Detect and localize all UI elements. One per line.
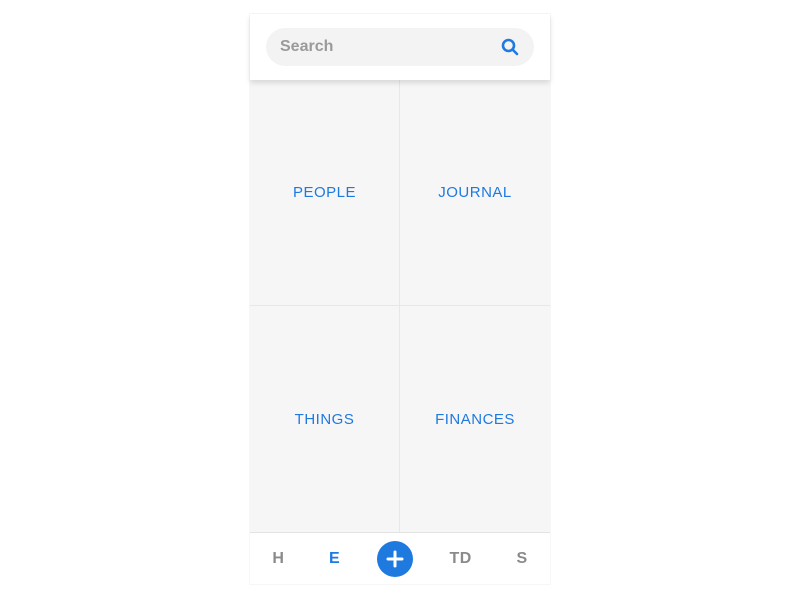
tile-label: PEOPLE — [293, 184, 356, 201]
tile-things[interactable]: THINGS — [250, 306, 400, 532]
tile-label: FINANCES — [435, 411, 515, 428]
tab-bar: H E TD S — [250, 532, 550, 584]
tab-h[interactable]: H — [264, 544, 292, 574]
tile-journal[interactable]: JOURNAL — [400, 80, 550, 306]
search-header: Search — [250, 14, 550, 80]
tile-finances[interactable]: FINANCES — [400, 306, 550, 532]
tab-s[interactable]: S — [508, 544, 535, 574]
tab-e[interactable]: E — [321, 544, 348, 574]
tile-label: THINGS — [295, 411, 355, 428]
tile-label: JOURNAL — [438, 184, 512, 201]
search-icon — [500, 37, 520, 57]
add-button[interactable] — [377, 541, 413, 577]
search-placeholder: Search — [280, 38, 333, 56]
category-grid: PEOPLE JOURNAL THINGS FINANCES — [250, 80, 550, 532]
tab-td[interactable]: TD — [441, 544, 479, 574]
app-frame: Search PEOPLE JOURNAL THINGS FINANCES H … — [250, 14, 550, 584]
plus-icon — [385, 549, 405, 569]
tile-people[interactable]: PEOPLE — [250, 80, 400, 306]
search-input[interactable]: Search — [266, 28, 534, 66]
